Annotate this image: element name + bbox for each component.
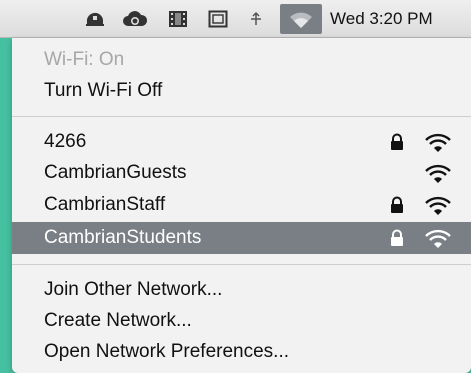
open-network-preferences-item[interactable]: Open Network Preferences... (12, 337, 471, 367)
lock-icon (391, 133, 403, 150)
network-item-cambrianstaff[interactable]: CambrianStaff (12, 190, 471, 220)
wifi-signal-icon (425, 196, 451, 215)
network-name: CambrianGuests (44, 162, 187, 183)
desktop-background (0, 0, 12, 373)
network-item-cambrianstudents[interactable]: CambrianStudents (12, 222, 471, 254)
network-name: CambrianStudents (44, 227, 202, 248)
network-name: 4266 (44, 131, 87, 152)
menu-bar: Wed 3:20 PM (0, 0, 471, 38)
wifi-status-label: Wi-Fi: On (44, 49, 125, 70)
menu-separator (12, 264, 471, 265)
menu-separator (12, 116, 471, 117)
create-network-item[interactable]: Create Network... (12, 306, 471, 336)
film-icon[interactable] (167, 9, 189, 29)
cloud-sync-icon[interactable] (122, 9, 148, 29)
menubar-clock[interactable]: Wed 3:20 PM (330, 0, 433, 38)
turn-wifi-off-item[interactable]: Turn Wi-Fi Off (12, 76, 471, 106)
wifi-menu-button[interactable] (280, 4, 322, 34)
helmet-icon[interactable] (84, 9, 106, 29)
network-item-cambrianguests[interactable]: CambrianGuests (12, 158, 471, 188)
network-item-4266[interactable]: 4266 (12, 127, 471, 157)
wifi-signal-icon (425, 164, 451, 183)
lock-icon (391, 196, 403, 213)
wifi-icon (290, 12, 312, 28)
network-name: CambrianStaff (44, 194, 166, 215)
lock-icon (391, 229, 403, 246)
join-other-network-item[interactable]: Join Other Network... (12, 275, 471, 305)
wifi-signal-icon (425, 133, 451, 152)
bluetooth-arrow-icon[interactable] (246, 9, 266, 29)
wifi-dropdown-menu: Wi-Fi: On Turn Wi-Fi Off 4266 CambrianGu… (12, 38, 471, 373)
display-icon[interactable] (207, 9, 229, 29)
wifi-signal-icon (425, 229, 451, 248)
